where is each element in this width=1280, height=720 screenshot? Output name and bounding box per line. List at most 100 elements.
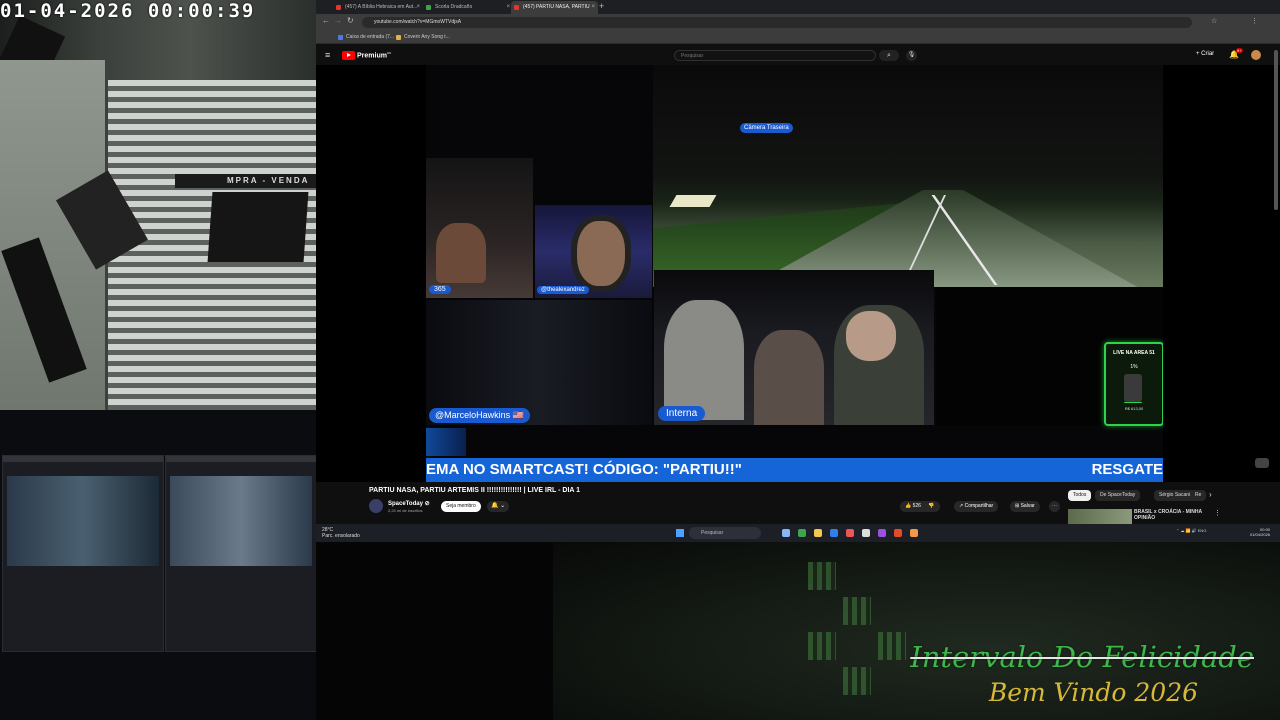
file-explorer-icon[interactable] bbox=[814, 529, 822, 537]
weather-widget[interactable]: 28°C Parc. ensolarado bbox=[322, 527, 360, 539]
hamburger-menu-icon[interactable]: ≡ bbox=[325, 50, 330, 60]
channel-avatar[interactable] bbox=[369, 499, 383, 513]
close-icon[interactable]: × bbox=[591, 1, 595, 14]
chip-sergio-sacani[interactable]: Sérgio Sacani bbox=[1154, 490, 1196, 501]
camera-feed: MPRA - VENDA bbox=[0, 0, 316, 410]
overlay-subtitle: Bem Vindo 2026 bbox=[988, 678, 1198, 707]
system-tray[interactable]: ⌃ ☁ 📶 🔊 ENG bbox=[1176, 528, 1206, 533]
like-count: 526 bbox=[912, 503, 921, 509]
bookmark-icon bbox=[396, 35, 401, 40]
create-button[interactable]: + Criar bbox=[1196, 51, 1214, 57]
ticker-text: EMA NO SMARTCAST! CÓDIGO: "PARTIU!!" bbox=[426, 461, 742, 478]
monitor-screen-photo bbox=[0, 410, 320, 720]
recommended-video-thumbnail[interactable] bbox=[1068, 509, 1132, 524]
youtube-favicon-icon bbox=[336, 5, 341, 10]
stream-layout: Câmera Traseira 365 @thealexandrez @Marc… bbox=[426, 65, 1163, 482]
chip-spacetoday[interactable]: De SpaceToday bbox=[1095, 490, 1141, 501]
mini-browser-window bbox=[165, 455, 317, 652]
widget-progress-bar bbox=[1124, 374, 1142, 402]
clock[interactable]: 00:00 01/04/2026 bbox=[1250, 527, 1270, 537]
bookmark-label: Caixa de entrada (7... bbox=[346, 34, 395, 40]
rear-camera-label: Câmera Traseira bbox=[740, 123, 793, 133]
notification-badge: 9+ bbox=[1236, 48, 1243, 53]
avatar[interactable] bbox=[1251, 50, 1261, 60]
label-365: 365 bbox=[429, 285, 451, 294]
youtube-brand[interactable]: PremiumBR bbox=[357, 51, 391, 59]
close-icon[interactable]: × bbox=[416, 1, 420, 14]
bookmark-caixa[interactable]: Caixa de entrada (7... bbox=[338, 34, 394, 41]
widget-value: R$ 613,00 bbox=[1124, 406, 1144, 411]
chevron-down-icon: ⌄ bbox=[500, 503, 506, 509]
thumbs-down-icon[interactable]: 👎 bbox=[928, 503, 934, 509]
join-button[interactable]: Seja membro bbox=[441, 501, 481, 512]
camera-timestamp: 01-04-2026 00:00:39 bbox=[0, 0, 256, 22]
channel-name[interactable]: SpaceToday ⊘ bbox=[388, 500, 430, 507]
brand-region: BR bbox=[386, 51, 392, 55]
close-icon[interactable]: × bbox=[506, 1, 510, 14]
task-view-icon[interactable] bbox=[782, 529, 790, 537]
taskbar: 28°C Parc. ensolarado Pesquisar ⌃ ☁ 📶 🔊 … bbox=[316, 524, 1280, 542]
video-player[interactable]: Câmera Traseira 365 @thealexandrez @Marc… bbox=[316, 65, 1280, 482]
bell-icon: 🔔 bbox=[491, 503, 499, 509]
browser-window: (457) A Bíblia Hebraica em Aut... × Scor… bbox=[316, 0, 1280, 524]
new-tab-button[interactable]: + bbox=[599, 1, 604, 11]
rear-camera-feed bbox=[653, 65, 1163, 287]
windows-start-icon[interactable] bbox=[676, 529, 684, 537]
url-field[interactable]: youtube.com/watch?v=MGmoWTVdjsA bbox=[362, 17, 1192, 28]
share-label: Compartilhar bbox=[964, 503, 994, 509]
tab-strip: (457) A Bíblia Hebraica em Aut... × Scor… bbox=[316, 0, 1280, 23]
subscribed-bell-button[interactable]: 🔔 ⌄ bbox=[487, 501, 510, 512]
live-area51-widget: LIVE NA AREA 51 1% R$ 613,00 bbox=[1104, 342, 1163, 426]
chip-todos[interactable]: Todos bbox=[1068, 490, 1092, 501]
more-options-icon[interactable]: ⋮ bbox=[1214, 509, 1221, 517]
site-favicon-icon bbox=[426, 5, 431, 10]
wall-tv bbox=[207, 192, 309, 262]
app-icon[interactable] bbox=[862, 529, 870, 537]
chevron-right-icon[interactable]: › bbox=[1209, 490, 1212, 499]
shop-sign: MPRA - VENDA bbox=[175, 174, 316, 188]
brand-label: Premium bbox=[357, 52, 387, 60]
mini-browser-window bbox=[2, 455, 164, 652]
label-alex: @thealexandrez bbox=[537, 286, 589, 294]
youtube-logo-icon[interactable] bbox=[342, 51, 355, 60]
participant-hawkins-feed bbox=[426, 300, 652, 425]
ticker-badge bbox=[426, 428, 466, 456]
taskbar-search[interactable]: Pesquisar bbox=[689, 527, 761, 539]
label-internal: Interna bbox=[658, 406, 706, 421]
chrome-icon[interactable] bbox=[798, 529, 806, 537]
reload-icon[interactable]: ↻ bbox=[347, 16, 354, 25]
internal-camera-feed bbox=[654, 270, 934, 425]
player-settings-icon[interactable] bbox=[1255, 458, 1269, 468]
share-button[interactable]: ↗ Compartilhar bbox=[954, 501, 999, 512]
app-icon[interactable] bbox=[894, 529, 902, 537]
bookmark-coverir[interactable]: Coverir Any Song t... bbox=[396, 34, 450, 41]
chip-more[interactable]: Re bbox=[1190, 490, 1207, 501]
tab-label: (457) A Bíblia Hebraica em Aut... bbox=[345, 4, 418, 10]
back-icon[interactable]: ← bbox=[322, 16, 330, 25]
menu-icon[interactable]: ⋮ bbox=[1251, 17, 1258, 25]
save-button[interactable]: ⊞ Salvar bbox=[1010, 501, 1040, 512]
tab-label: Scorla Dradcaño bbox=[435, 4, 473, 10]
like-button[interactable]: 👍 526 👎 bbox=[900, 501, 940, 512]
forward-icon[interactable]: → bbox=[334, 16, 342, 25]
app-icon[interactable] bbox=[878, 529, 886, 537]
tab-partiu-nasa[interactable]: (457) PARTIU NASA, PARTIU A... × bbox=[511, 1, 598, 23]
recommended-video-title[interactable]: BRASIL x CROÁCIA - MINHA OPINIÃO bbox=[1134, 509, 1204, 521]
save-label: Salvar bbox=[1020, 503, 1035, 509]
ticker-text-right: RESGATE bbox=[1091, 461, 1163, 478]
tab-biblia[interactable]: (457) A Bíblia Hebraica em Aut... × bbox=[333, 1, 423, 14]
tab-scorla[interactable]: Scorla Dradcaño × bbox=[423, 1, 513, 14]
more-actions-button[interactable]: ⋯ bbox=[1049, 501, 1060, 512]
participant-alex-feed bbox=[535, 205, 652, 298]
edge-icon[interactable] bbox=[830, 529, 838, 537]
mail-icon bbox=[338, 35, 343, 40]
language-indicator: ENG bbox=[1197, 528, 1207, 533]
page-scrollbar[interactable] bbox=[1274, 50, 1278, 210]
app-icon[interactable] bbox=[846, 529, 854, 537]
search-icon[interactable]: ⌕ bbox=[879, 50, 899, 61]
star-icon[interactable]: ☆ bbox=[1211, 17, 1217, 25]
search-input[interactable]: Pesquisar bbox=[674, 50, 876, 61]
app-icon[interactable] bbox=[910, 529, 918, 537]
mic-icon[interactable]: 🎙 bbox=[906, 50, 917, 61]
dark-room-photo bbox=[316, 542, 553, 720]
